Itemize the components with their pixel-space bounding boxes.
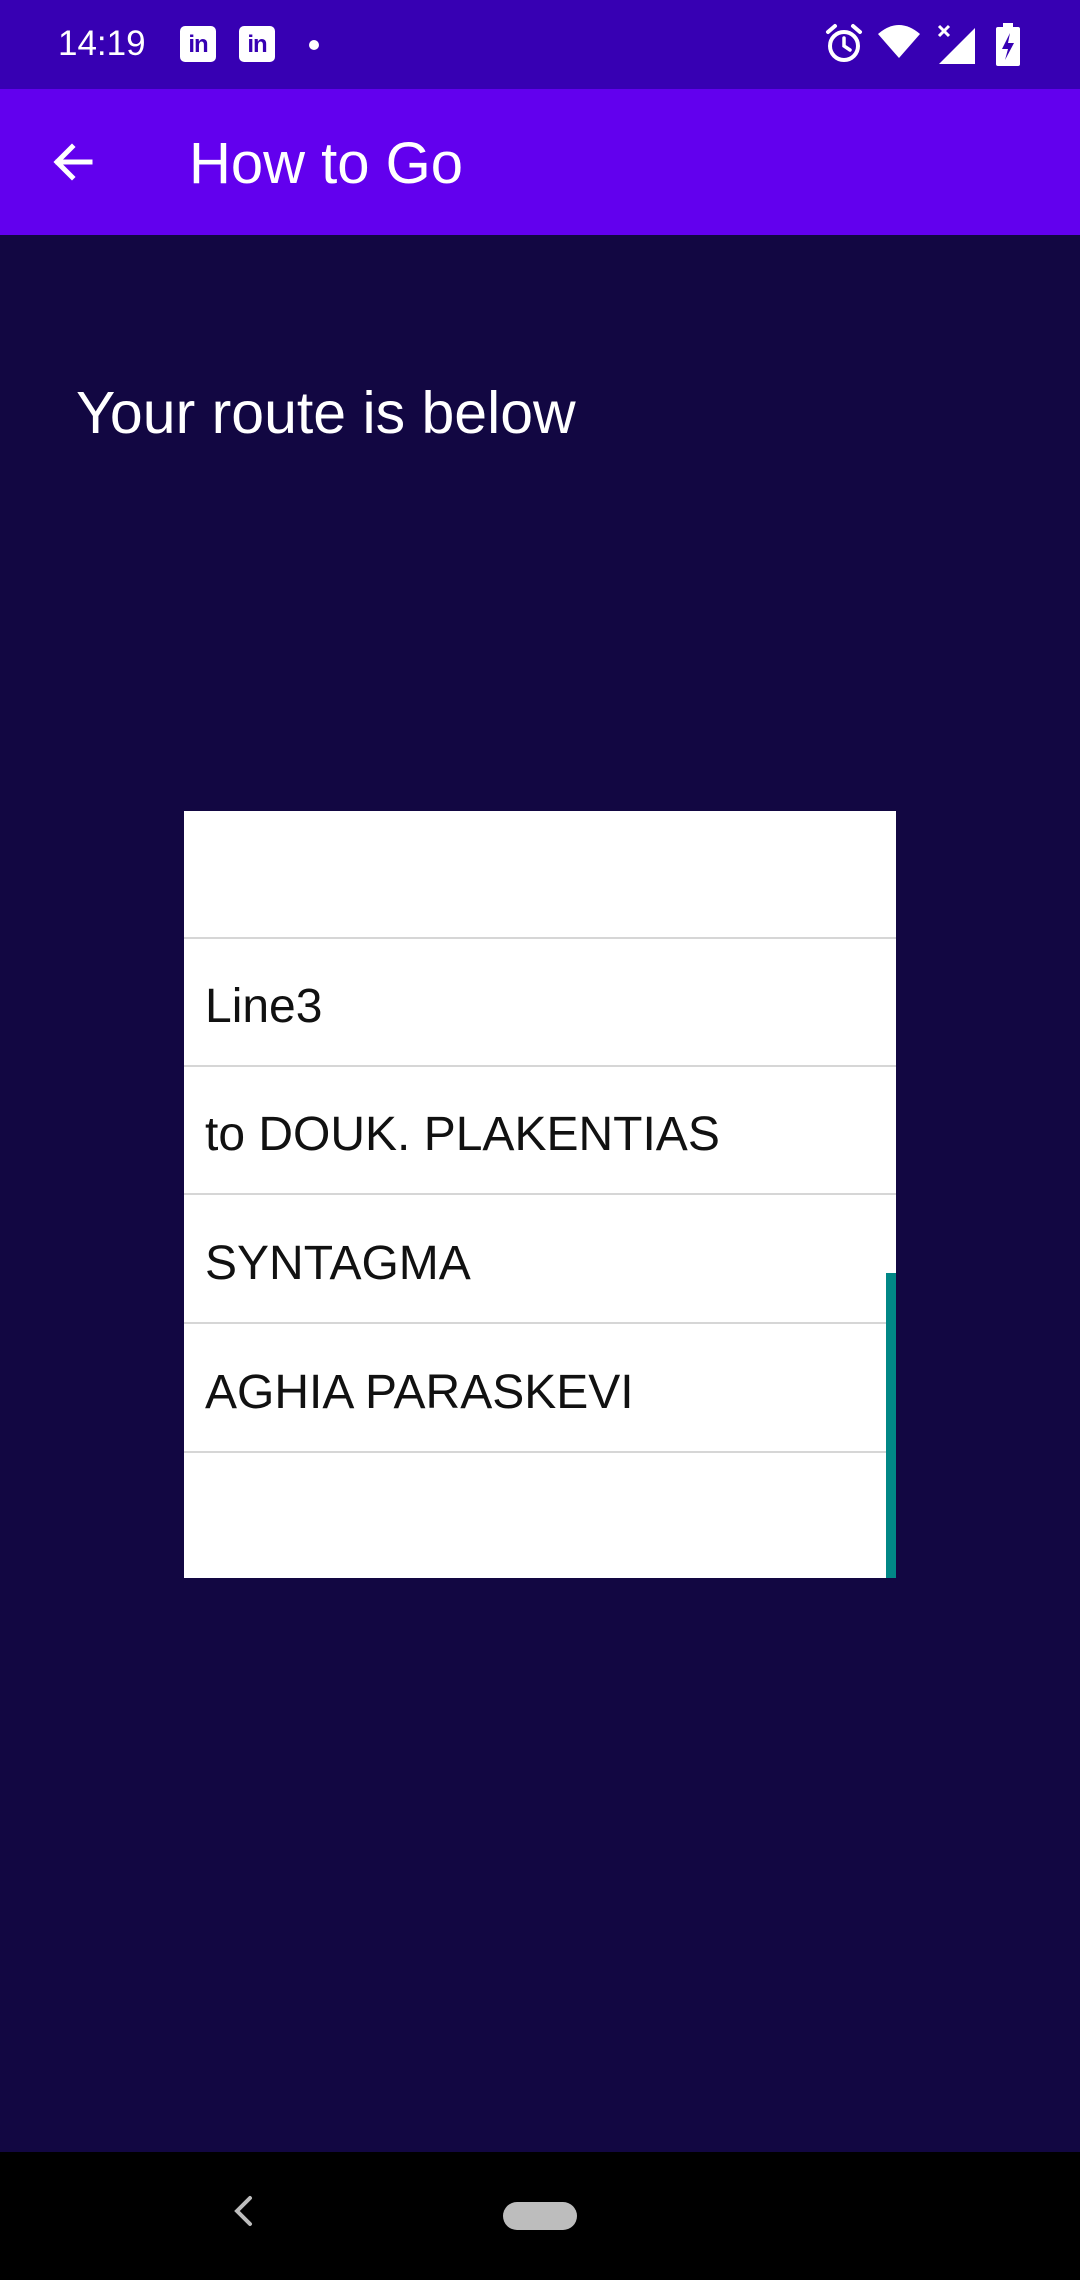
nav-back-icon[interactable] xyxy=(228,2190,258,2232)
page-title: How to Go xyxy=(189,131,463,196)
status-time: 14:19 xyxy=(58,24,146,63)
list-item[interactable] xyxy=(184,811,896,939)
list-item-label: Line3 xyxy=(205,980,323,1033)
alarm-icon xyxy=(826,24,862,62)
list-item[interactable]: Line3 xyxy=(184,939,896,1067)
wifi-icon xyxy=(878,25,920,58)
list-item[interactable]: to DOUK. PLAKENTIAS xyxy=(184,1067,896,1195)
signal-icon xyxy=(937,24,975,64)
arrow-back-icon[interactable] xyxy=(46,135,100,189)
notification-dot-icon xyxy=(309,40,319,50)
linkedin-icon: in xyxy=(180,26,216,62)
navigation-bar xyxy=(0,2152,1080,2280)
app-bar: How to Go xyxy=(0,89,1080,235)
list-item-label: AGHIA PARASKEVI xyxy=(205,1366,634,1419)
list-item-label: SYNTAGMA xyxy=(205,1237,471,1290)
battery-charging-icon xyxy=(996,23,1020,66)
nav-home-pill-icon[interactable] xyxy=(503,2202,577,2230)
status-bar: 14:19 in in xyxy=(0,0,1080,89)
list-item[interactable] xyxy=(184,1454,896,1578)
linkedin-icon: in xyxy=(239,26,275,62)
list-item[interactable]: SYNTAGMA xyxy=(184,1196,896,1324)
scrollbar-thumb[interactable] xyxy=(886,1273,896,1578)
list-item-label: to DOUK. PLAKENTIAS xyxy=(205,1108,720,1161)
route-heading: Your route is below xyxy=(76,380,576,446)
route-list[interactable]: Line3 to DOUK. PLAKENTIAS SYNTAGMA AGHIA… xyxy=(184,811,896,1578)
list-item[interactable]: AGHIA PARASKEVI xyxy=(184,1325,896,1453)
